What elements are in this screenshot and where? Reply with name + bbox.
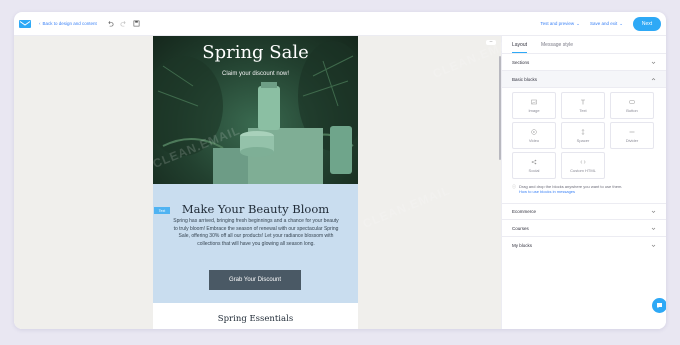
hero-subtitle: Claim your discount now! (221, 71, 290, 77)
block-label: Social (528, 167, 540, 173)
next-label: Next (641, 20, 653, 27)
courses-accordion[interactable]: Courses (502, 220, 666, 237)
my-blocks-label: My blocks (512, 243, 533, 248)
hero-title: Spring Sale (202, 42, 309, 63)
block-spacer[interactable]: Spacer (561, 122, 605, 149)
basic-blocks-grid: Image Text Button Video Spacer Divider S… (502, 88, 666, 179)
block-label: Spacer (576, 137, 590, 143)
sections-accordion[interactable]: Sections (502, 54, 666, 71)
redo-icon[interactable] (120, 20, 127, 27)
info-icon: ⓘ (512, 184, 516, 189)
back-arrow-icon: ‹ (39, 21, 41, 26)
email-preview: Spring Sale Claim your discount now! Tex… (153, 36, 358, 329)
back-link[interactable]: ‹ Back to design and content (39, 21, 97, 26)
block-label: Video (528, 137, 540, 143)
hero-section[interactable]: Spring Sale Claim your discount now! (153, 36, 358, 184)
chat-icon (657, 303, 662, 309)
block-label: Button (626, 107, 638, 113)
courses-label: Courses (512, 225, 529, 231)
tab-layout[interactable]: Layout (512, 42, 528, 53)
code-icon (580, 159, 586, 164)
block-label: Custom HTML (570, 167, 596, 173)
block-button[interactable]: Button (610, 92, 654, 119)
promo-section[interactable]: Text Make Your Beauty Bloom Spring has a… (153, 184, 358, 303)
cta-label: Grab Your Discount (228, 277, 282, 283)
next-button[interactable]: Next (633, 16, 661, 31)
social-icon (531, 159, 537, 164)
block-social[interactable]: Social (512, 152, 556, 179)
text-icon (581, 99, 585, 104)
test-preview-label: Test and preview (540, 21, 575, 26)
app-window: ‹ Back to design and content Test and pr… (14, 12, 666, 329)
promo-body[interactable]: Spring has arrived, bringing fresh begin… (171, 218, 341, 248)
image-icon (531, 99, 537, 104)
chevron-down-icon (651, 244, 656, 247)
undo-icon[interactable] (107, 20, 114, 27)
panel-tabs: Layout Message style (502, 36, 666, 54)
block-label: Image (528, 107, 540, 113)
chevron-up-icon (651, 77, 656, 80)
blocks-hint: ⓘ Drag and drop the blocks anywhere you … (502, 179, 666, 203)
save-exit-dropdown[interactable]: Save and exit ⌄ (590, 21, 623, 27)
chat-support-button[interactable] (652, 298, 666, 313)
tab-message-style[interactable]: Message style (541, 42, 573, 53)
collapse-panel-button[interactable]: – (486, 40, 496, 45)
block-video[interactable]: Video (512, 122, 556, 149)
sections-label: Sections (512, 59, 530, 65)
save-exit-label: Save and exit (589, 21, 618, 26)
block-label: Text (579, 107, 587, 113)
blocks-panel: Layout Message style Sections Basic bloc… (501, 36, 666, 329)
chevron-down-icon (651, 210, 656, 213)
my-blocks-accordion[interactable]: My blocks (502, 237, 666, 254)
basic-blocks-label: Basic blocks (512, 76, 538, 82)
back-link-label: Back to design and content (42, 21, 97, 26)
app-logo-icon (19, 19, 31, 28)
block-text[interactable]: Text (561, 92, 605, 119)
chevron-down-icon: ⌄ (576, 20, 580, 26)
button-icon (629, 99, 635, 104)
ecommerce-accordion[interactable]: Ecommerce (502, 203, 666, 220)
grab-discount-button[interactable]: Grab Your Discount (209, 270, 301, 290)
video-icon (531, 128, 537, 135)
top-bar: ‹ Back to design and content Test and pr… (14, 12, 666, 36)
block-image[interactable]: Image (512, 92, 556, 119)
block-custom-html[interactable]: Custom HTML (561, 152, 605, 179)
chevron-down-icon (651, 227, 656, 230)
spacer-icon (581, 128, 585, 135)
chevron-down-icon: ⌄ (619, 20, 623, 26)
essentials-section[interactable]: Spring Essentials (153, 303, 358, 329)
test-preview-dropdown[interactable]: Test and preview ⌄ (540, 21, 580, 27)
basic-blocks-accordion[interactable]: Basic blocks (502, 71, 666, 88)
essentials-title: Spring Essentials (217, 314, 294, 324)
block-label: Divider (625, 137, 639, 143)
save-draft-icon[interactable] (133, 20, 140, 27)
promo-title[interactable]: Make Your Beauty Bloom (153, 202, 358, 216)
hint-link[interactable]: How to use blocks in messages (519, 189, 575, 194)
block-divider[interactable]: Divider (610, 122, 654, 149)
editor-canvas: – Spring Sale Claim your discount now! T… (14, 36, 501, 329)
divider-icon (629, 131, 635, 132)
ecommerce-label: Ecommerce (512, 209, 537, 214)
chevron-down-icon (651, 61, 656, 64)
